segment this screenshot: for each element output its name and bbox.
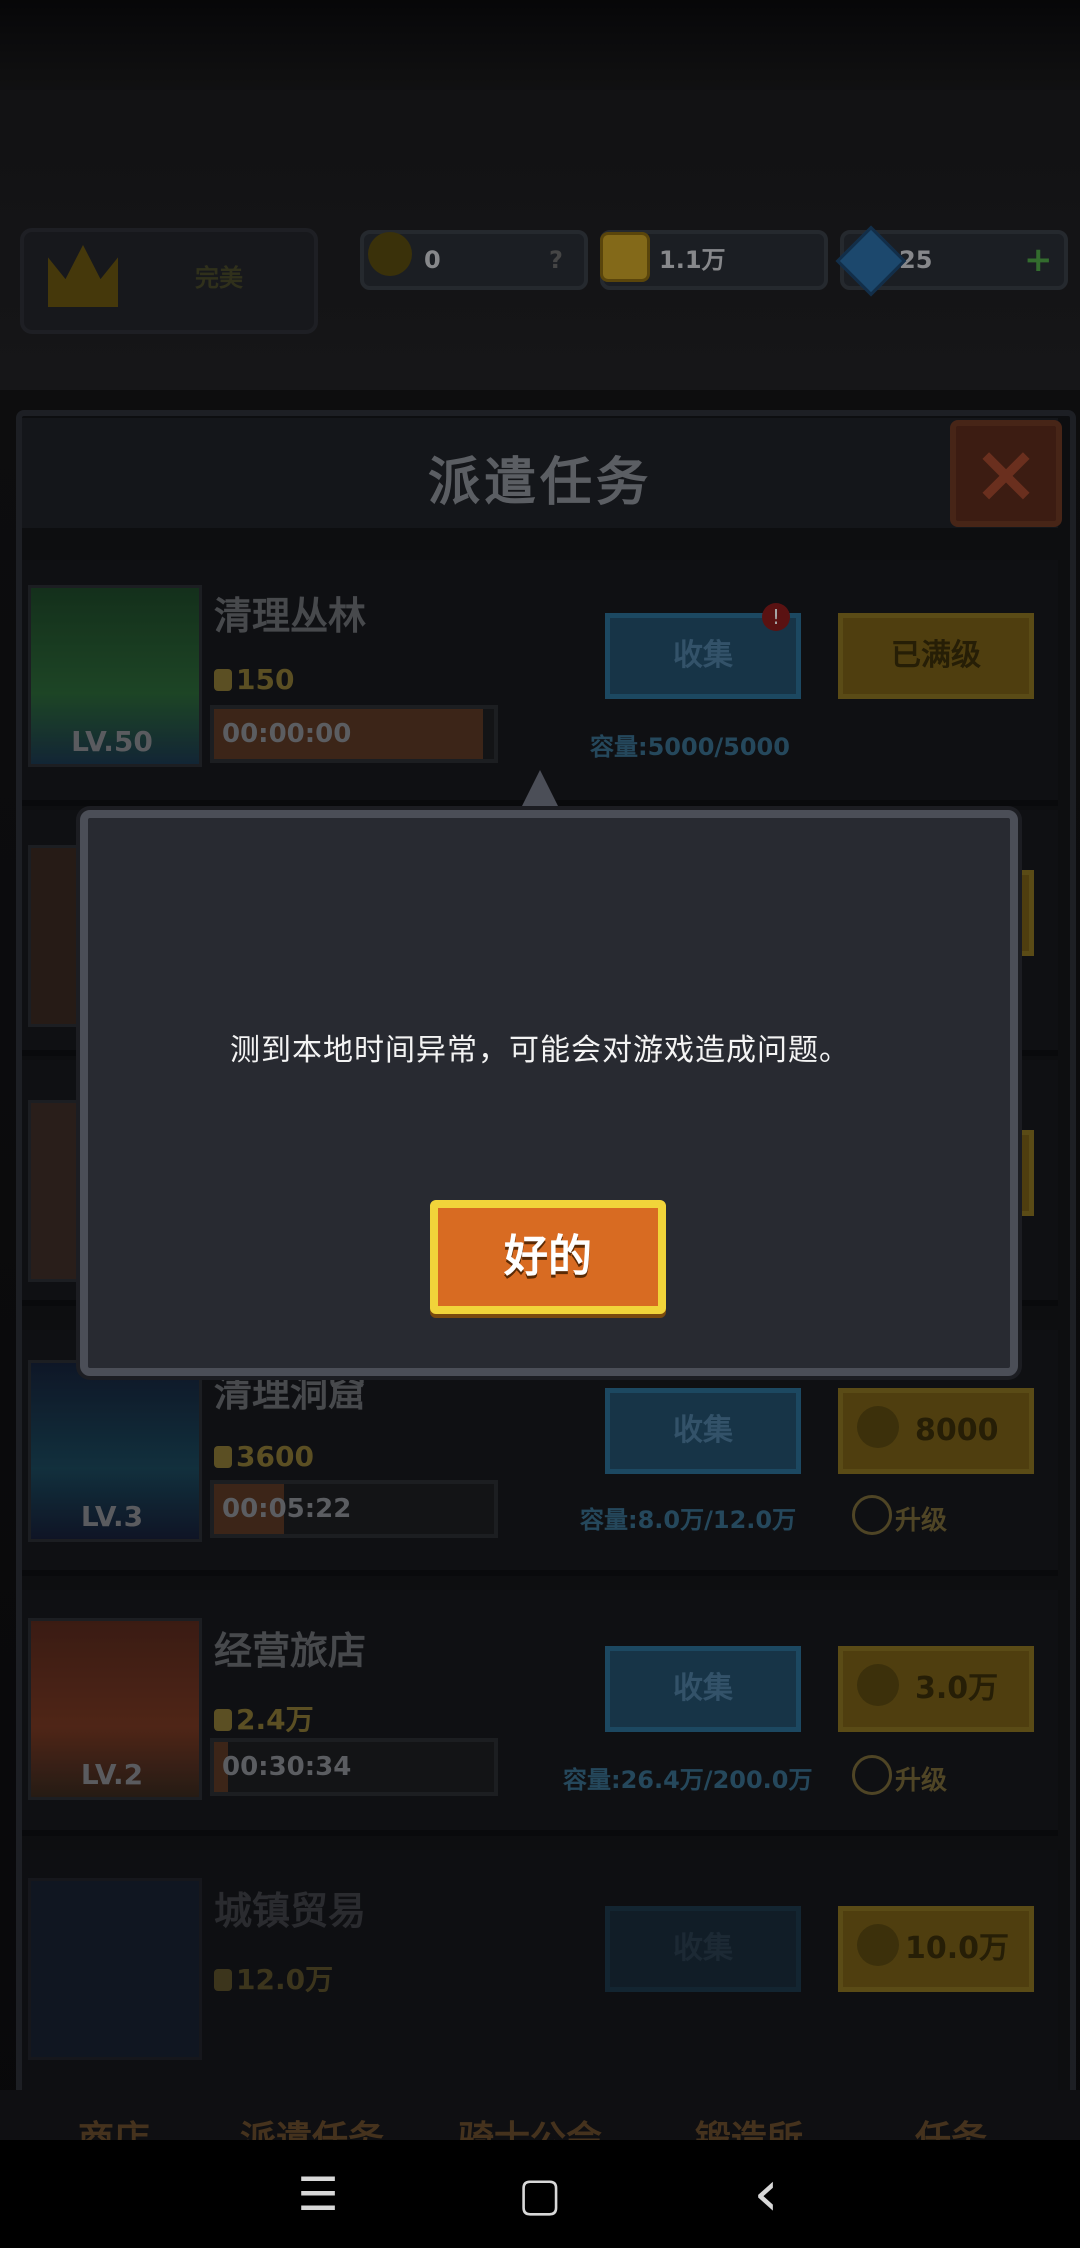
- home-icon[interactable]: ▢: [490, 2140, 590, 2248]
- menu-icon[interactable]: ☰: [268, 2140, 368, 2248]
- ok-button[interactable]: 好的: [430, 1200, 666, 1314]
- dialog-message: 测到本地时间异常，可能会对游戏造成问题。: [230, 1033, 850, 1068]
- ok-label: 好的: [504, 1231, 592, 1282]
- back-icon[interactable]: ‹: [716, 2140, 816, 2248]
